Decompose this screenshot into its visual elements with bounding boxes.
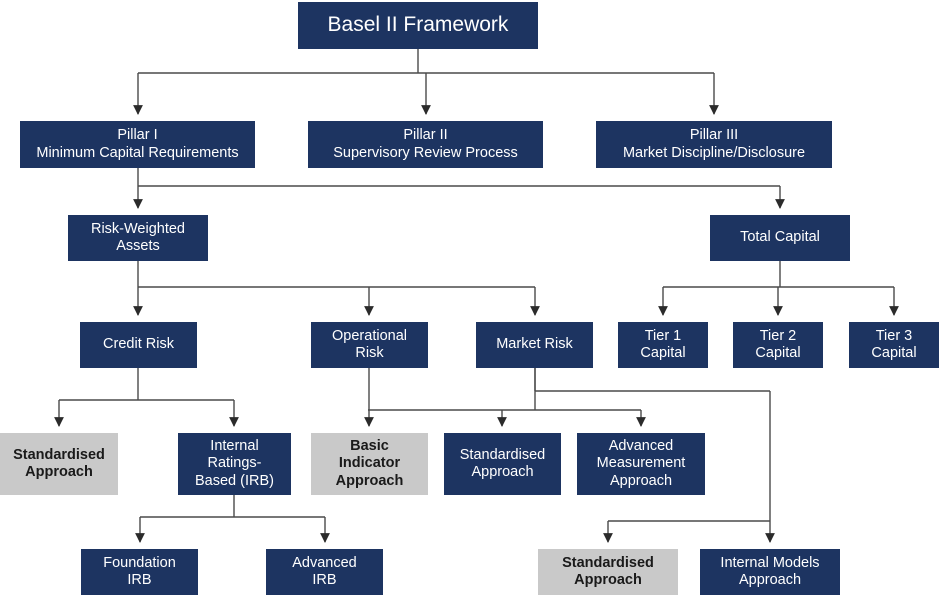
node-label: Total Capital [740, 229, 820, 246]
node-label: Credit Risk [103, 336, 174, 353]
node-advanced-measurement-approach[interactable]: Advanced Measurement Approach [577, 433, 705, 495]
node-tier-2-capital[interactable]: Tier 2 Capital [733, 322, 823, 368]
node-internal-models-approach[interactable]: Internal Models Approach [700, 549, 840, 595]
node-label: Tier 2 Capital [755, 327, 801, 361]
node-label: Internal Ratings- Based (IRB) [195, 438, 274, 489]
edge-credit-risk-bus [59, 368, 234, 401]
edge-market-risk-bus [368, 368, 641, 411]
node-label: Pillar II Supervisory Review Process [333, 127, 518, 161]
node-internal-ratings-based-irb[interactable]: Internal Ratings- Based (IRB) [178, 433, 291, 495]
node-pillar-3[interactable]: Pillar III Market Discipline/Disclosure [596, 121, 832, 168]
node-label: Foundation IRB [103, 554, 176, 588]
edge-total-capital-bus [663, 261, 894, 288]
node-market-risk[interactable]: Market Risk [476, 322, 593, 368]
node-pillar-1[interactable]: Pillar I Minimum Capital Requirements [20, 121, 255, 168]
node-label: Advanced IRB [292, 554, 357, 588]
node-foundation-irb[interactable]: Foundation IRB [81, 549, 198, 595]
node-credit-standardised-approach[interactable]: Standardised Approach [0, 433, 118, 495]
node-label: Pillar III Market Discipline/Disclosure [622, 127, 806, 161]
node-market-standardised-approach[interactable]: Standardised Approach [538, 549, 678, 595]
node-label: Pillar I Minimum Capital Requirements [36, 127, 239, 161]
node-operational-risk[interactable]: Operational Risk [311, 322, 428, 368]
node-label: Standardised Approach [562, 554, 654, 588]
node-advanced-irb[interactable]: Advanced IRB [266, 549, 383, 595]
node-label: Basel II Framework [327, 13, 509, 37]
edge-root-bus [138, 49, 714, 74]
node-label: Standardised Approach [459, 446, 546, 480]
node-label: Operational Risk [332, 327, 407, 361]
node-total-capital[interactable]: Total Capital [710, 215, 850, 261]
node-operational-standardised-approach[interactable]: Standardised Approach [444, 433, 561, 495]
node-tier-3-capital[interactable]: Tier 3 Capital [849, 322, 939, 368]
node-label: Tier 1 Capital [640, 327, 686, 361]
node-label: Standardised Approach [13, 446, 105, 480]
node-label: Market Risk [496, 336, 573, 353]
node-label: Tier 3 Capital [871, 327, 917, 361]
node-pillar-2[interactable]: Pillar II Supervisory Review Process [308, 121, 543, 168]
node-label: Internal Models Approach [720, 554, 820, 588]
edge-irb-bus [140, 495, 325, 518]
node-risk-weighted-assets[interactable]: Risk-Weighted Assets [68, 215, 208, 261]
node-credit-risk[interactable]: Credit Risk [80, 322, 197, 368]
basel-ii-framework-diagram: Basel II Framework Pillar I Minimum Capi… [0, 0, 946, 597]
edge-rwa-bus [137, 261, 535, 288]
edge-pillar1-bus [137, 168, 780, 187]
connector-layer [54, 49, 899, 543]
node-tier-1-capital[interactable]: Tier 1 Capital [618, 322, 708, 368]
node-label: Advanced Measurement Approach [596, 438, 686, 489]
node-basic-indicator-approach[interactable]: Basic Indicator Approach [311, 433, 428, 495]
node-label: Risk-Weighted Assets [90, 220, 186, 254]
node-label: Basic Indicator Approach [335, 438, 404, 489]
node-basel-ii-framework[interactable]: Basel II Framework [298, 2, 538, 49]
